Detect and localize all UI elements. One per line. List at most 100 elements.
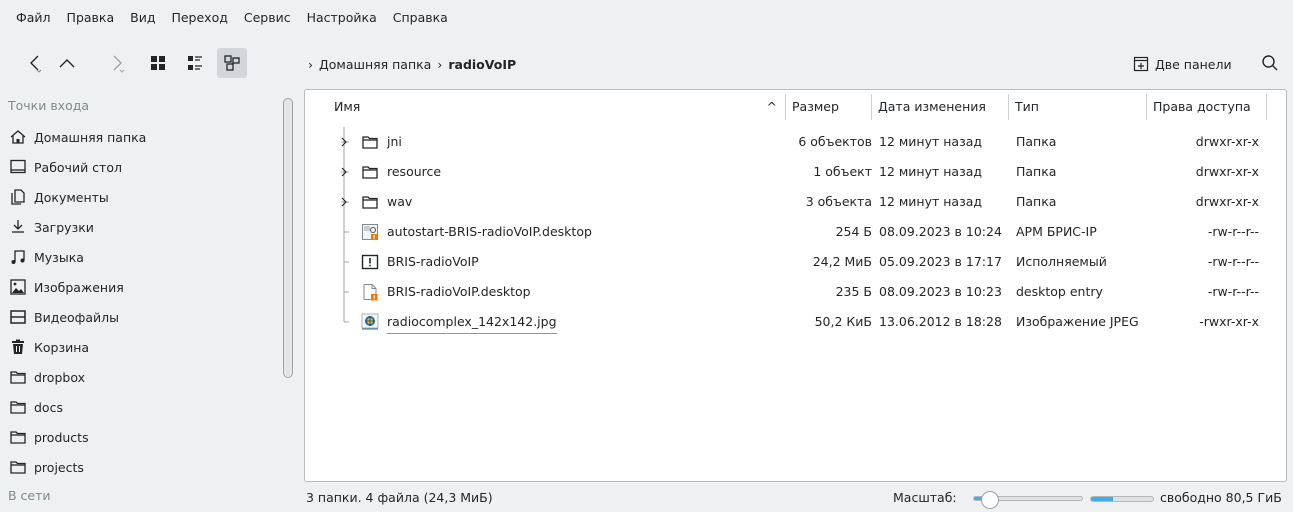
file-size: 50,2 КиБ (814, 314, 872, 329)
search-icon (1262, 55, 1278, 71)
file-permissions: -rw-r--r-- (1207, 224, 1259, 239)
folder-icon (8, 397, 28, 417)
music-icon (8, 247, 28, 267)
sidebar-item[interactable]: Домашняя папка (8, 124, 278, 150)
split-view-icon (1133, 56, 1149, 72)
sidebar-item-label: docs (34, 399, 63, 415)
search-button[interactable] (1256, 49, 1284, 77)
table-row[interactable]: BRIS-radioVoIP 24,2 МиБ 05.09.2023 в 17:… (305, 247, 1286, 277)
sidebar-item-label: projects (34, 459, 84, 475)
file-permissions: -rwxr-xr-x (1199, 314, 1259, 329)
free-space-fill (1091, 497, 1113, 501)
sidebar-scrollbar[interactable] (283, 98, 293, 378)
menu-bar: Файл Правка Вид Переход Сервис Настройка Справ… (0, 0, 1293, 36)
column-type-label: Тип (1015, 99, 1039, 114)
menu-item[interactable]: Вид (122, 5, 163, 31)
forward-button[interactable] (102, 48, 132, 78)
file-name: resource (387, 164, 442, 179)
menu-item[interactable]: Сервис (236, 5, 299, 31)
column-name-header[interactable]: Имя ^ (328, 94, 786, 120)
videos-icon (8, 307, 28, 327)
table-row[interactable]: BRIS-radioVoIP.desktop 235 Б 08.09.2023 … (305, 277, 1286, 307)
sidebar-item[interactable]: Изображения (8, 274, 278, 300)
status-bar: 3 папки. 4 файла (24,3 МиБ) Масштаб: сво… (0, 484, 1293, 512)
chevron-left-icon (30, 55, 42, 73)
file-modified: 13.06.2012 в 18:28 (879, 314, 1002, 329)
sidebar-item[interactable]: dropbox (8, 364, 278, 390)
sidebar-item[interactable]: products (8, 424, 278, 450)
sidebar-item[interactable]: Документы (8, 184, 278, 210)
icons-view-button[interactable] (143, 48, 173, 78)
details-view-button[interactable] (217, 48, 247, 78)
compact-view-button[interactable] (180, 48, 210, 78)
sidebar-item-label: Загрузки (34, 219, 94, 235)
expand-chevron-icon[interactable] (309, 127, 349, 157)
breadcrumb: › Домашняя папка › radioVoIP (308, 52, 516, 76)
back-button[interactable] (20, 48, 50, 78)
compact-view-icon (188, 56, 202, 70)
file-size: 254 Б (835, 224, 872, 239)
free-space-bar (1090, 496, 1154, 502)
file-permissions: drwxr-xr-x (1195, 164, 1259, 179)
two-panels-button[interactable]: Две панели (1133, 52, 1232, 76)
sidebar-item-label: Видеофайлы (34, 309, 120, 325)
file-type: Исполняемый (1016, 254, 1107, 269)
expand-chevron-icon[interactable] (309, 157, 349, 187)
menu-item[interactable]: Переход (163, 5, 235, 31)
breadcrumb-current[interactable]: radioVoIP (448, 57, 516, 72)
sidebar-item[interactable]: projects (8, 454, 278, 480)
sidebar-item[interactable]: Музыка (8, 244, 278, 270)
column-modified-label: Дата изменения (878, 99, 986, 114)
folder-icon (8, 457, 28, 477)
file-name: jni (387, 134, 402, 149)
documents-icon (8, 187, 28, 207)
table-row[interactable]: resource 1 объект 12 минут назад Папка d… (305, 157, 1286, 187)
column-name-label: Имя (334, 99, 361, 114)
file-name: radiocomplex_142x142.jpg (387, 307, 557, 334)
folder-icon (8, 367, 28, 387)
sidebar-item[interactable]: Загрузки (8, 214, 278, 240)
sidebar-item[interactable]: Рабочий стол (8, 154, 278, 180)
tree-branch (309, 217, 355, 247)
breadcrumb-home[interactable]: Домашняя папка (319, 57, 431, 72)
table-row[interactable]: radiocomplex_142x142.jpg 50,2 КиБ 13.06.… (305, 307, 1286, 337)
file-modified: 05.09.2023 в 17:17 (879, 254, 1002, 269)
image-icon (361, 313, 379, 331)
menu-item[interactable]: Правка (59, 5, 123, 31)
file-name: BRIS-radioVoIP (387, 254, 479, 269)
file-name: BRIS-radioVoIP.desktop (387, 284, 531, 299)
expand-chevron-icon[interactable] (309, 187, 349, 217)
sidebar-item[interactable]: Корзина (8, 334, 278, 360)
file-modified: 08.09.2023 в 10:24 (879, 224, 1002, 239)
file-view: Имя ^ Размер Дата изменения Тип Права до… (304, 89, 1287, 482)
menu-item[interactable]: Файл (8, 5, 59, 31)
folder-icon (361, 163, 379, 181)
column-size-header[interactable]: Размер (786, 94, 872, 120)
sidebar-item-label: Рабочий стол (34, 159, 122, 175)
status-summary: 3 папки. 4 файла (24,3 МиБ) (306, 490, 493, 505)
column-modified-header[interactable]: Дата изменения (872, 94, 1009, 120)
details-view-icon (224, 55, 240, 71)
zoom-slider-handle[interactable] (980, 491, 999, 509)
two-panels-label: Две панели (1155, 56, 1232, 72)
table-row[interactable]: jni 6 объектов 12 минут назад Папка drwx… (305, 127, 1286, 157)
places-panel: Точки входа Домашняя папка Рабочий стол До… (0, 92, 300, 512)
folder-icon (361, 133, 379, 151)
file-type: desktop entry (1016, 284, 1103, 299)
icons-view-icon (151, 56, 165, 70)
table-row[interactable]: wav 3 объекта 12 минут назад Папка drwxr… (305, 187, 1286, 217)
chevron-right-icon (113, 55, 125, 73)
home-icon (8, 127, 28, 147)
file-name: autostart-BRIS-radioVoIP.desktop (387, 224, 592, 239)
column-type-header[interactable]: Тип (1009, 94, 1147, 120)
free-space-label: свободно 80,5 ГиБ (1160, 490, 1282, 505)
file-type: Папка (1016, 164, 1057, 179)
column-perms-header[interactable]: Права доступа (1147, 94, 1267, 120)
sidebar-item[interactable]: Видеофайлы (8, 304, 278, 330)
sidebar-item[interactable]: docs (8, 394, 278, 420)
table-row[interactable]: autostart-BRIS-radioVoIP.desktop 254 Б 0… (305, 217, 1286, 247)
menu-item[interactable]: Настройка (299, 5, 385, 31)
menu-item[interactable]: Справка (385, 5, 456, 31)
up-button[interactable] (52, 48, 82, 78)
file-type: Папка (1016, 194, 1057, 209)
